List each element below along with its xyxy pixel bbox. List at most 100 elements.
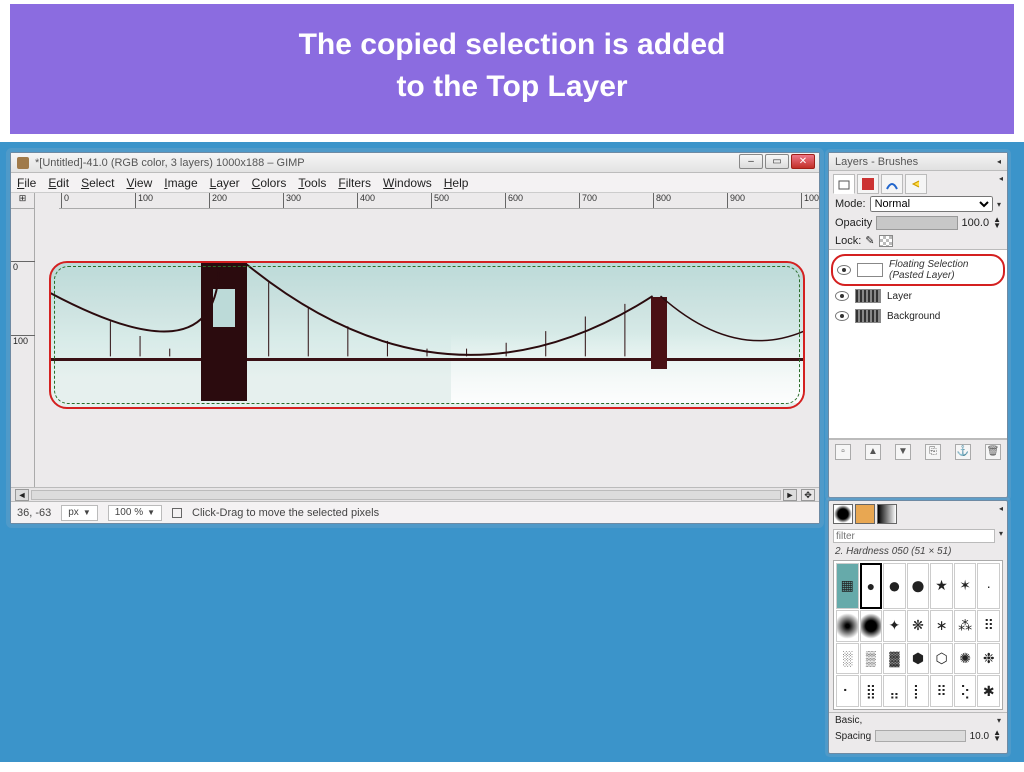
tab-layers-icon[interactable] <box>833 174 855 194</box>
menu-select[interactable]: Select <box>81 176 114 190</box>
menu-layer[interactable]: Layer <box>210 176 240 190</box>
brush-item[interactable]: · <box>977 563 1000 609</box>
minimize-button[interactable]: – <box>739 154 763 169</box>
scroll-track[interactable] <box>31 490 781 500</box>
layer-list[interactable]: Floating Selection (Pasted Layer) Layer … <box>829 249 1007 439</box>
layer-thumbnail <box>855 309 881 323</box>
status-hint: Click-Drag to move the selected pixels <box>192 507 379 519</box>
opacity-row: Opacity 100.0 ▲▼ <box>829 214 1007 232</box>
spacing-stepper[interactable]: ▲▼ <box>993 730 1001 742</box>
pasted-image-floating-selection[interactable] <box>49 261 805 409</box>
tab-menu-icon[interactable]: ◂ <box>999 174 1003 194</box>
brush-grid[interactable]: ▦ ● ● ● ★ ✶ · ✦ ❋ ∗ ⁂ ⠿ ░ ▒ ▓ ⬢ ⬡ ✺ ❉ <box>833 560 1003 710</box>
menu-view[interactable]: View <box>126 176 152 190</box>
ruler-vertical[interactable]: 0 100 <box>11 209 35 487</box>
brush-item[interactable]: ░ <box>836 643 859 675</box>
gradient-swatch[interactable] <box>877 504 897 524</box>
tab-undo-icon[interactable] <box>905 174 927 194</box>
toggle-icon[interactable] <box>172 508 182 518</box>
brush-item[interactable]: ⬢ <box>907 643 930 675</box>
menu-tools[interactable]: Tools <box>298 176 326 190</box>
new-layer-button[interactable]: ▫ <box>835 444 851 460</box>
zoom-selector[interactable]: 100 %▼ <box>108 505 162 521</box>
delete-layer-button[interactable]: 🗑 <box>985 444 1001 460</box>
brush-item[interactable]: ● <box>883 563 906 609</box>
brush-item[interactable] <box>860 610 883 642</box>
layers-panel: Layers - Brushes ◂ ◂ Mode: Normal ▾ Opac… <box>828 152 1008 498</box>
canvas[interactable] <box>35 209 819 487</box>
brush-swatch-current[interactable] <box>833 504 853 524</box>
lower-layer-button[interactable]: ▼ <box>895 444 911 460</box>
scroll-right-button[interactable]: ► <box>783 489 797 501</box>
layer-row-background[interactable]: Background <box>831 306 1005 326</box>
menu-help[interactable]: Help <box>444 176 469 190</box>
menu-image[interactable]: Image <box>164 176 197 190</box>
filter-dropdown-icon[interactable]: ▾ <box>999 529 1003 543</box>
scroll-left-button[interactable]: ◄ <box>15 489 29 501</box>
menu-colors[interactable]: Colors <box>252 176 287 190</box>
layers-panel-title[interactable]: Layers - Brushes ◂ <box>829 153 1007 171</box>
duplicate-layer-button[interactable]: ⎘ <box>925 444 941 460</box>
lock-alpha-icon[interactable] <box>879 235 893 247</box>
brush-item[interactable]: ∗ <box>930 610 953 642</box>
brush-category-row[interactable]: Basic, ▾ <box>829 712 1007 728</box>
tab-channels-icon[interactable] <box>857 174 879 194</box>
layer-subname: (Pasted Layer) <box>889 270 969 281</box>
brush-item[interactable]: ⠿ <box>977 610 1000 642</box>
brush-filter-input[interactable] <box>833 529 995 543</box>
visibility-toggle-icon[interactable] <box>835 311 849 321</box>
brush-item[interactable]: ❋ <box>907 610 930 642</box>
brush-item[interactable]: ★ <box>930 563 953 609</box>
brush-item[interactable]: ✦ <box>883 610 906 642</box>
brush-item[interactable]: ✺ <box>954 643 977 675</box>
brush-item[interactable]: ⣤ <box>883 675 906 707</box>
layer-row-layer[interactable]: Layer <box>831 286 1005 306</box>
brush-item[interactable]: ▦ <box>836 563 859 609</box>
layer-row-floating-selection[interactable]: Floating Selection (Pasted Layer) <box>831 254 1005 286</box>
brush-item[interactable]: ▒ <box>860 643 883 675</box>
opacity-slider[interactable] <box>876 216 957 230</box>
tab-paths-icon[interactable] <box>881 174 903 194</box>
brush-item[interactable] <box>836 610 859 642</box>
menu-edit[interactable]: Edit <box>48 176 69 190</box>
menu-filters[interactable]: Filters <box>338 176 371 190</box>
scroll-thumb[interactable] <box>32 491 780 499</box>
brush-tab-menu-icon[interactable]: ◂ <box>999 504 1003 524</box>
brush-item[interactable]: ● <box>907 563 930 609</box>
close-button[interactable]: ✕ <box>791 154 815 169</box>
unit-selector[interactable]: px▼ <box>61 505 97 521</box>
brush-item[interactable]: ⠂ <box>836 675 859 707</box>
brush-item[interactable]: ⢕ <box>954 675 977 707</box>
spacing-slider[interactable] <box>875 730 965 742</box>
brush-item[interactable]: ⁂ <box>954 610 977 642</box>
editor-titlebar[interactable]: *[Untitled]-41.0 (RGB color, 3 layers) 1… <box>11 153 819 173</box>
brush-item[interactable]: ⠿ <box>930 675 953 707</box>
brush-item[interactable]: ⡇ <box>907 675 930 707</box>
menu-file[interactable]: File <box>17 176 36 190</box>
raise-layer-button[interactable]: ▲ <box>865 444 881 460</box>
brush-item[interactable]: ▓ <box>883 643 906 675</box>
visibility-toggle-icon[interactable] <box>837 265 851 275</box>
pattern-swatch[interactable] <box>855 504 875 524</box>
navigate-icon[interactable]: ✥ <box>801 489 815 501</box>
brush-item[interactable]: ⬡ <box>930 643 953 675</box>
brush-item[interactable]: ❉ <box>977 643 1000 675</box>
lock-pixels-icon[interactable]: ✎ <box>865 234 874 247</box>
ruler-origin-toggle[interactable]: ⊞ <box>11 193 35 209</box>
panel-menu-icon[interactable]: ◂ <box>997 157 1001 166</box>
mode-dropdown-icon[interactable]: ▾ <box>997 200 1001 209</box>
brush-item[interactable]: ✱ <box>977 675 1000 707</box>
category-dropdown-icon[interactable]: ▾ <box>997 716 1001 725</box>
opacity-stepper[interactable]: ▲▼ <box>993 217 1001 229</box>
blend-mode-select[interactable]: Normal <box>870 196 993 212</box>
horizontal-scrollbar[interactable]: ◄ ► ✥ <box>11 487 819 501</box>
brush-item[interactable]: ✶ <box>954 563 977 609</box>
brush-item-selected[interactable]: ● <box>860 563 883 609</box>
visibility-toggle-icon[interactable] <box>835 291 849 301</box>
bridge-fog <box>451 333 803 403</box>
brush-item[interactable]: ⣿ <box>860 675 883 707</box>
anchor-layer-button[interactable]: ⚓ <box>955 444 971 460</box>
menu-windows[interactable]: Windows <box>383 176 432 190</box>
ruler-horizontal[interactable]: 0 100 200 300 400 500 600 700 800 900 10… <box>59 193 819 209</box>
maximize-button[interactable]: ▭ <box>765 154 789 169</box>
